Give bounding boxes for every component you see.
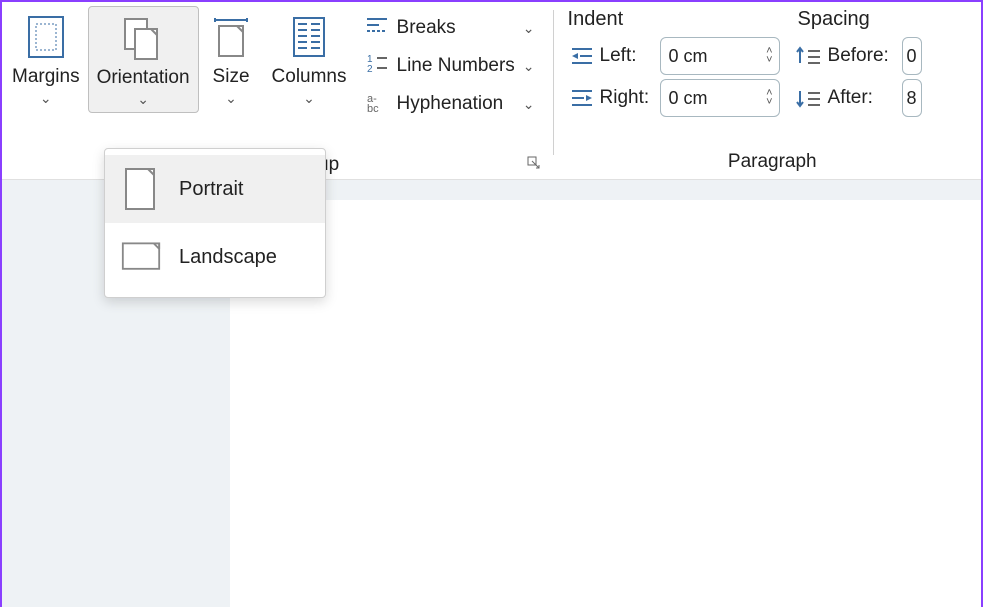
hyphenation-label: Hyphenation — [397, 93, 504, 115]
paragraph-group-label: Paragraph — [568, 149, 977, 179]
indent-header: Indent — [568, 8, 798, 31]
spacing-header: Spacing — [798, 8, 977, 31]
portrait-label: Portrait — [179, 178, 243, 201]
portrait-icon — [121, 165, 161, 213]
chevron-down-icon: ⌄ — [523, 20, 535, 37]
page-setup-launcher[interactable] — [527, 156, 541, 173]
margins-label: Margins — [12, 66, 80, 88]
indent-right-label: Right: — [600, 87, 656, 109]
size-label: Size — [213, 66, 250, 88]
orientation-label: Orientation — [97, 67, 190, 89]
line-numbers-icon: 12 — [365, 52, 389, 80]
columns-label: Columns — [272, 66, 347, 88]
svg-text:2: 2 — [367, 64, 373, 74]
columns-icon — [290, 12, 328, 62]
indent-left-spinner[interactable]: ˄˅ — [660, 37, 780, 75]
spinner-arrows[interactable]: ˄˅ — [766, 89, 778, 107]
orientation-button[interactable]: Orientation ⌄ — [88, 6, 199, 113]
chevron-down-icon: ⌄ — [523, 58, 535, 75]
breaks-button[interactable]: Breaks ⌄ — [359, 10, 541, 46]
orientation-icon — [119, 13, 167, 63]
indent-left-label: Left: — [600, 45, 656, 67]
spacing-after-icon — [794, 87, 824, 109]
chevron-down-icon: ⌄ — [40, 90, 52, 107]
indent-right-input[interactable] — [661, 88, 741, 109]
landscape-label: Landscape — [179, 246, 277, 269]
margins-icon — [26, 12, 66, 62]
breaks-icon — [365, 14, 389, 42]
hyphenation-icon: a-bc — [365, 90, 389, 118]
spacing-before-spinner[interactable] — [902, 37, 922, 75]
spacing-after-input[interactable] — [903, 88, 922, 109]
chevron-down-icon: ⌄ — [523, 96, 535, 113]
margins-button[interactable]: Margins ⌄ — [4, 6, 88, 111]
line-numbers-label: Line Numbers — [397, 55, 515, 77]
line-numbers-button[interactable]: 12 Line Numbers ⌄ — [359, 48, 541, 84]
landscape-icon — [121, 233, 161, 281]
orientation-portrait-item[interactable]: Portrait — [105, 155, 325, 223]
paragraph-group: Indent Spacing Left: ˄˅ Before: — [560, 2, 981, 179]
indent-left-input[interactable] — [661, 46, 741, 67]
indent-right-spinner[interactable]: ˄˅ — [660, 79, 780, 117]
spacing-before-label: Before: — [828, 45, 898, 67]
spinner-arrows[interactable]: ˄˅ — [766, 47, 778, 65]
spacing-after-spinner[interactable] — [902, 79, 922, 117]
size-button[interactable]: Size ⌄ — [199, 6, 264, 111]
spacing-before-input[interactable] — [903, 46, 922, 67]
document-page[interactable] — [230, 200, 981, 607]
ruler-strip — [230, 180, 981, 200]
orientation-landscape-item[interactable]: Landscape — [105, 223, 325, 291]
indent-right-icon — [568, 87, 596, 109]
indent-left-icon — [568, 45, 596, 67]
orientation-dropdown: Portrait Landscape — [104, 148, 326, 298]
columns-button[interactable]: Columns ⌄ — [264, 6, 355, 111]
spacing-before-icon — [794, 45, 824, 67]
svg-text:bc: bc — [367, 103, 379, 112]
group-separator — [553, 10, 554, 155]
chevron-down-icon: ⌄ — [303, 90, 315, 107]
breaks-label: Breaks — [397, 17, 456, 39]
chevron-down-icon: ⌄ — [225, 90, 237, 107]
spacing-after-label: After: — [828, 87, 898, 109]
size-icon — [209, 12, 253, 62]
chevron-down-icon: ⌄ — [137, 91, 149, 108]
hyphenation-button[interactable]: a-bc Hyphenation ⌄ — [359, 86, 541, 122]
